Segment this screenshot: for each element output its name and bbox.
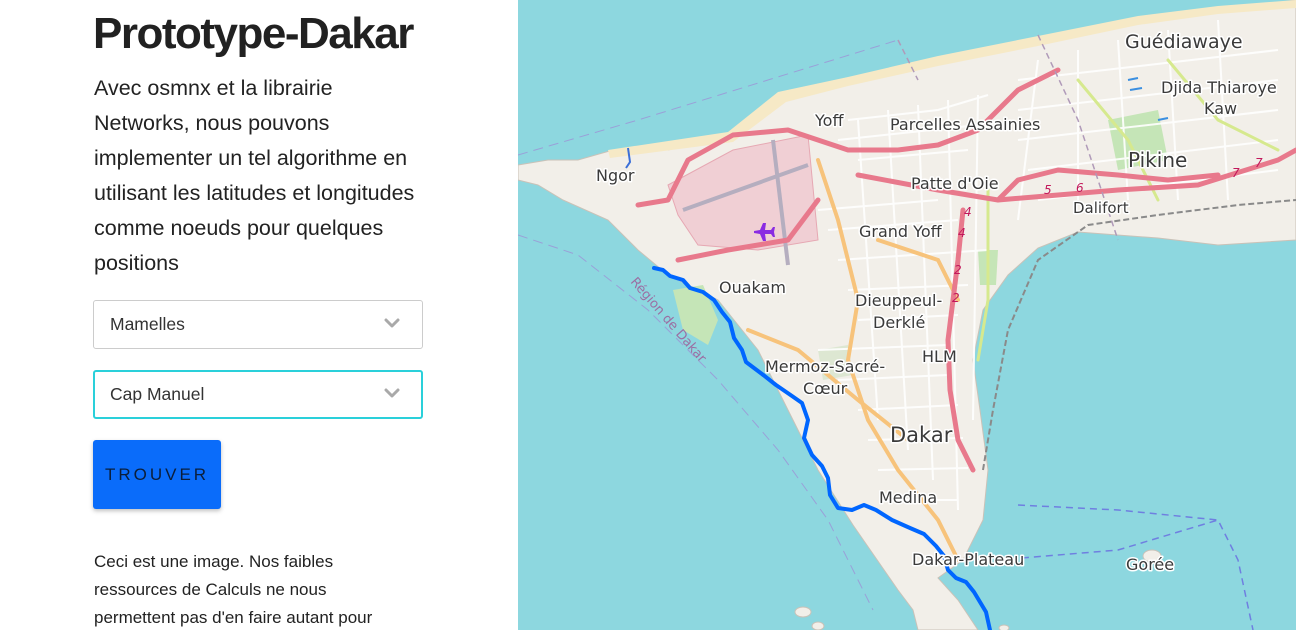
map-label-parcelles: Parcelles Assainies xyxy=(890,115,1040,134)
route-number: 2 xyxy=(952,291,960,305)
map-label-goree: Gorée xyxy=(1126,555,1174,574)
map-label-dalifort: Dalifort xyxy=(1073,199,1129,217)
map-label-dieuppeul: Dieuppeul- xyxy=(855,291,942,310)
sidebar-panel: Prototype-Dakar Avec osmnx et la librair… xyxy=(0,0,518,630)
map-label-pikine: Pikine xyxy=(1128,148,1187,172)
origin-select[interactable]: Mamelles xyxy=(93,300,423,349)
note-text: Ceci est une image. Nos faibles ressourc… xyxy=(94,552,373,627)
chevron-down-icon xyxy=(384,318,400,328)
intro-text: Avec osmnx et la librairie Networks, nou… xyxy=(94,76,415,275)
map-label-mermoz: Mermoz-Sacré- xyxy=(765,357,885,376)
map-label-yoff: Yoff xyxy=(814,111,844,130)
route-number: 7 xyxy=(1255,156,1263,170)
route-number: 4 xyxy=(958,226,966,240)
route-number: 7 xyxy=(1232,166,1240,180)
map-label-ngor: Ngor xyxy=(596,166,635,185)
map-label-ouakam: Ouakam xyxy=(719,278,786,297)
map-label-derkle: Derklé xyxy=(873,313,925,332)
route-map[interactable]: 5 6 7 7 4 4 2 2 Guédiawaye Djida Thiaroy… xyxy=(518,0,1296,630)
route-number: 4 xyxy=(964,205,972,219)
map-label-dakar-plateau: Dakar-Plateau xyxy=(912,550,1024,569)
chevron-down-icon xyxy=(384,388,400,398)
route-number: 2 xyxy=(954,263,962,277)
map-label-guediawaye: Guédiawaye xyxy=(1125,31,1243,53)
page-title: Prototype-Dakar xyxy=(93,9,414,58)
find-route-button[interactable]: TROUVER xyxy=(93,440,221,509)
destination-select-value: Cap Manuel xyxy=(110,384,205,404)
map-label-hlm: HLM xyxy=(922,347,957,366)
route-number: 5 xyxy=(1044,183,1052,197)
map-label-grand-yoff: Grand Yoff xyxy=(859,222,943,241)
origin-select-value: Mamelles xyxy=(110,314,185,334)
map-label-medina: Medina xyxy=(879,488,937,507)
map-image: 5 6 7 7 4 4 2 2 Guédiawaye Djida Thiaroy… xyxy=(518,0,1296,630)
destination-select[interactable]: Cap Manuel xyxy=(93,370,423,419)
map-label-patte-doie: Patte d'Oie xyxy=(911,174,999,193)
map-label-kaw: Kaw xyxy=(1204,99,1237,118)
map-label-dakar: Dakar xyxy=(890,423,953,447)
map-label-coeur: Cœur xyxy=(803,379,848,398)
map-label-djida: Djida Thiaroye xyxy=(1161,78,1277,97)
route-number: 6 xyxy=(1076,181,1084,195)
